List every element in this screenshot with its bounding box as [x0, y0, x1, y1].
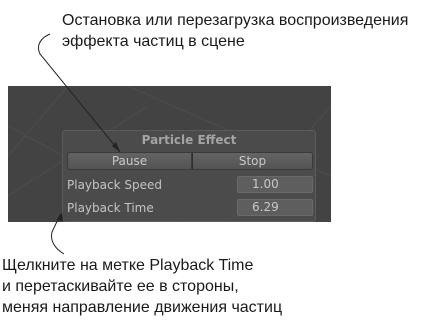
- annotation-bottom: Щелкните на метке Playback Time и перета…: [2, 255, 382, 318]
- annotation-bottom-line: и перетаскивайте ее в стороны,: [2, 278, 239, 295]
- annotation-bottom-line: Щелкните на метке Playback Time: [2, 257, 254, 274]
- annotation-bottom-line: меняя направление движения частиц: [2, 299, 283, 316]
